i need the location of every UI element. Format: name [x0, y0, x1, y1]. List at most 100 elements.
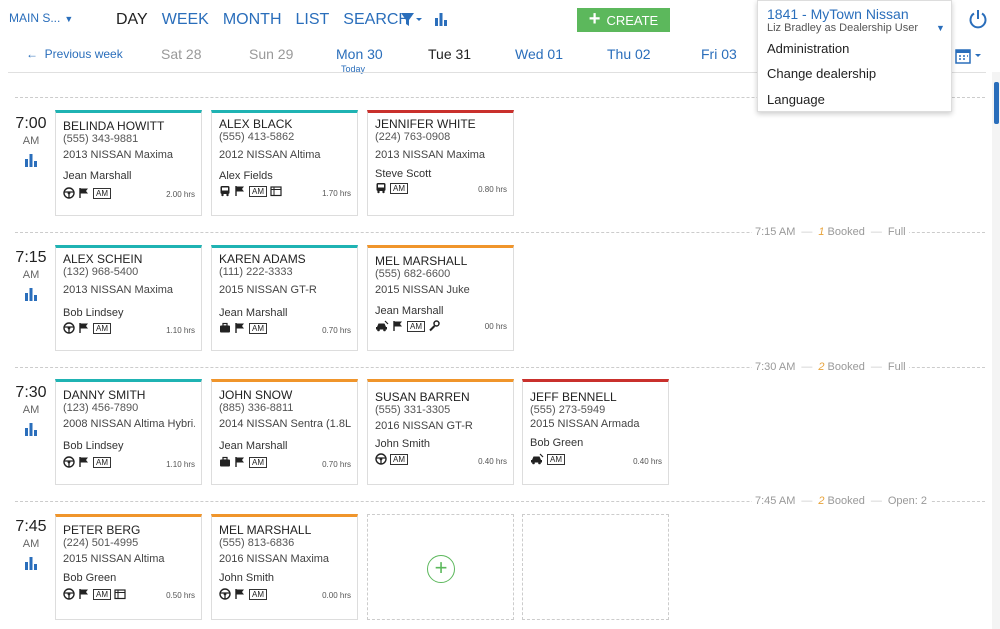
- am-badge: AM: [249, 185, 267, 197]
- bar-chart-icon[interactable]: [434, 12, 448, 26]
- am-badge: AM: [547, 453, 565, 465]
- tab-day[interactable]: DAY: [116, 11, 148, 29]
- am-badge: AM: [390, 453, 408, 465]
- calendar-icon[interactable]: [955, 47, 985, 65]
- customer-phone: (555) 273-5949: [530, 404, 606, 416]
- bar-chart-icon[interactable]: [24, 556, 38, 570]
- customer-phone: (132) 968-5400: [63, 266, 139, 278]
- bar-chart-icon[interactable]: [24, 153, 38, 167]
- slot-summary: 7:30 AM — 2 Booked — Full: [752, 361, 909, 373]
- advisor: John Smith: [219, 572, 275, 584]
- steering-wheel-icon: [219, 588, 231, 600]
- time-ampm: AM: [22, 135, 40, 147]
- card-icons: AM: [63, 588, 126, 600]
- appointment-card[interactable]: MEL MARSHALL (555) 813-6836 2016 NISSAN …: [211, 514, 358, 620]
- am-badge: AM: [249, 588, 267, 600]
- flag-icon: [78, 588, 90, 600]
- previous-week-link[interactable]: ← Previous week: [26, 47, 123, 61]
- am-badge: AM: [93, 588, 111, 600]
- day-sun[interactable]: Sun 29: [249, 46, 293, 62]
- dash: —: [801, 361, 813, 373]
- customer-name: KAREN ADAMS: [219, 252, 306, 266]
- booked-label: Booked: [827, 495, 865, 507]
- filter-icon[interactable]: [400, 12, 422, 28]
- flag-icon: [392, 320, 404, 332]
- slot-time: 7:15 AM: [755, 226, 796, 238]
- am-badge: AM: [249, 456, 267, 468]
- card-icons: AM: [219, 588, 267, 600]
- store-selector[interactable]: MAIN S... ▼: [9, 11, 73, 25]
- card-icons: AM: [63, 187, 111, 199]
- day-fri[interactable]: Fri 03: [701, 46, 737, 62]
- power-icon[interactable]: [967, 8, 989, 30]
- day-sat[interactable]: Sat 28: [161, 46, 201, 62]
- bar-chart-icon[interactable]: [24, 422, 38, 436]
- time-value: 7:30: [15, 384, 47, 401]
- menu-item-change-dealership[interactable]: Change dealership: [767, 66, 876, 81]
- customer-name: MEL MARSHALL: [219, 523, 312, 537]
- dash: —: [870, 495, 882, 507]
- menu-item-administration[interactable]: Administration: [767, 41, 849, 56]
- hours: 00 hrs: [484, 322, 507, 331]
- hours: 1.10 hrs: [166, 460, 195, 469]
- advisor: Alex Fields: [219, 170, 273, 182]
- scrollbar[interactable]: [992, 72, 1000, 629]
- dash: —: [801, 495, 813, 507]
- flag-icon: [78, 456, 90, 468]
- appointment-card[interactable]: PETER BERG (224) 501-4995 2015 NISSAN Al…: [55, 514, 202, 620]
- vehicle: 2008 NISSAN Altima Hybri...: [63, 418, 195, 430]
- bar-chart-icon[interactable]: [24, 287, 38, 301]
- appointment-card[interactable]: BELINDA HOWITT (555) 343-9881 2013 NISSA…: [55, 110, 202, 216]
- customer-name: JENNIFER WHITE: [375, 117, 476, 131]
- appointment-card[interactable]: DANNY SMITH (123) 456-7890 2008 NISSAN A…: [55, 379, 202, 485]
- card-icons: AM: [63, 322, 111, 334]
- hours: 1.70 hrs: [322, 189, 351, 198]
- am-badge: AM: [93, 456, 111, 468]
- advisor: Bob Lindsey: [63, 440, 124, 452]
- appointment-card[interactable]: SUSAN BARREN (555) 331-3305 2016 NISSAN …: [367, 379, 514, 485]
- appointment-card[interactable]: KAREN ADAMS (111) 222-3333 2015 NISSAN G…: [211, 245, 358, 351]
- create-button[interactable]: + CREATE: [577, 8, 670, 32]
- appointment-card[interactable]: JOHN SNOW (885) 336-8811 2014 NISSAN Sen…: [211, 379, 358, 485]
- vehicle: 2015 NISSAN Juke: [375, 284, 470, 296]
- appointment-card[interactable]: JEFF BENNELL (555) 273-5949 2015 NISSAN …: [522, 379, 669, 485]
- hours: 0.00 hrs: [322, 591, 351, 600]
- briefcase-icon: [219, 322, 231, 334]
- appointment-card[interactable]: MEL MARSHALL (555) 682-6600 2015 NISSAN …: [367, 245, 514, 351]
- day-tue[interactable]: Tue 31: [428, 46, 471, 62]
- empty-slot[interactable]: [522, 514, 669, 620]
- customer-name: BELINDA HOWITT: [63, 119, 165, 133]
- day-wed[interactable]: Wed 01: [515, 46, 563, 62]
- steering-wheel-icon: [63, 322, 75, 334]
- card-icon: [114, 588, 126, 600]
- flag-icon: [234, 588, 246, 600]
- day-thu[interactable]: Thu 02: [607, 46, 651, 62]
- tab-month[interactable]: MONTH: [223, 11, 282, 29]
- day-mon[interactable]: Mon 30: [336, 46, 383, 62]
- add-appointment-button[interactable]: +: [427, 555, 455, 583]
- hours: 0.40 hrs: [633, 457, 662, 466]
- hours: 2.00 hrs: [166, 190, 195, 199]
- customer-phone: (224) 501-4995: [63, 537, 139, 549]
- previous-week-label: Previous week: [44, 47, 123, 61]
- customer-phone: (555) 413-5862: [219, 131, 295, 143]
- wrench-icon: [428, 320, 440, 332]
- briefcase-icon: [219, 456, 231, 468]
- create-label: CREATE: [606, 12, 659, 28]
- tab-list[interactable]: LIST: [296, 11, 330, 29]
- hours: 1.10 hrs: [166, 326, 195, 335]
- chevron-down-icon[interactable]: ▼: [936, 23, 945, 33]
- hours: 0.40 hrs: [478, 457, 507, 466]
- time-value: 7:00: [15, 115, 47, 132]
- appointment-card[interactable]: ALEX BLACK (555) 413-5862 2012 NISSAN Al…: [211, 110, 358, 216]
- customer-phone: (224) 763-0908: [375, 131, 451, 143]
- tab-week[interactable]: WEEK: [162, 11, 209, 29]
- scrollbar-thumb[interactable]: [994, 82, 999, 124]
- dealership-dropdown: 1841 - MyTown Nissan Liz Bradley as Deal…: [757, 0, 952, 112]
- appointment-card[interactable]: ALEX SCHEIN (132) 968-5400 2013 NISSAN M…: [55, 245, 202, 351]
- appointment-card[interactable]: JENNIFER WHITE (224) 763-0908 2013 NISSA…: [367, 110, 514, 216]
- am-badge: AM: [407, 320, 425, 332]
- menu-item-language[interactable]: Language: [767, 92, 825, 107]
- dealership-name[interactable]: 1841 - MyTown Nissan: [767, 6, 909, 22]
- hours: 0.70 hrs: [322, 326, 351, 335]
